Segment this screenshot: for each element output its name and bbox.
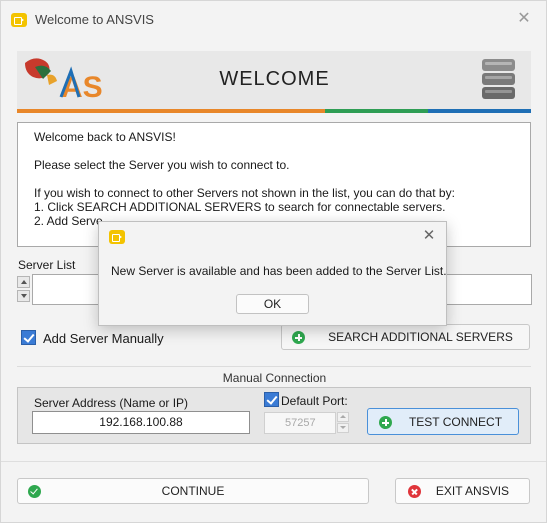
exit-button[interactable]: EXIT ANSVIS [395,478,530,504]
server-list-up-button[interactable] [17,276,30,288]
notification-dialog: ✕ New Server is available and has been a… [98,221,447,326]
message-line: 1. Click SEARCH ADDITIONAL SERVERS to se… [34,200,446,214]
default-port-label: Default Port: [281,394,348,408]
app-camera-icon [109,230,125,244]
test-connect-label: TEST CONNECT [408,414,503,429]
plus-circle-icon [379,416,392,429]
port-down-button[interactable] [337,423,349,433]
message-line: Please select the Server you wish to con… [34,158,290,172]
app-camera-icon [11,13,27,27]
port-up-button[interactable] [337,412,349,422]
title-bar[interactable]: Welcome to ANSVIS ✕ [1,1,546,39]
footer-divider [1,461,546,462]
continue-label: CONTINUE [161,484,225,498]
test-connect-button[interactable]: TEST CONNECT [367,408,519,435]
window-title: Welcome to ANSVIS [35,12,154,27]
server-list-label: Server List [18,258,76,272]
main-window: Welcome to ANSVIS ✕ AS WELCOME Welcome b… [0,0,547,523]
manual-connection-title: Manual Connection [222,371,327,385]
server-address-input[interactable]: 192.168.100.88 [32,411,250,434]
section-divider [17,366,531,367]
add-server-manually-label: Add Server Manually [43,331,164,346]
ok-label: OK [263,297,282,311]
exit-label: EXIT ANSVIS [435,484,510,498]
port-input[interactable]: 57257 [264,412,336,434]
window-close-button[interactable]: ✕ [514,9,534,29]
dialog-message: New Server is available and has been add… [111,264,447,278]
message-line: If you wish to connect to other Servers … [34,186,455,200]
banner-color-stripe [17,109,531,113]
ok-button[interactable]: OK [236,294,309,314]
message-line: Welcome back to ANSVIS! [34,130,176,144]
server-address-label: Server Address (Name or IP) [34,396,189,410]
search-additional-servers-button[interactable]: SEARCH ADDITIONAL SERVERS [281,324,530,350]
dialog-close-button[interactable]: ✕ [420,227,438,245]
server-stack-icon [482,59,515,99]
add-server-manually-checkbox[interactable] [21,330,36,345]
search-button-label: SEARCH ADDITIONAL SERVERS [328,330,513,344]
default-port-checkbox[interactable] [264,392,279,407]
continue-button[interactable]: CONTINUE [17,478,369,504]
plus-circle-icon [292,331,305,344]
server-list-down-button[interactable] [17,290,30,302]
banner-title: WELCOME [219,68,330,90]
